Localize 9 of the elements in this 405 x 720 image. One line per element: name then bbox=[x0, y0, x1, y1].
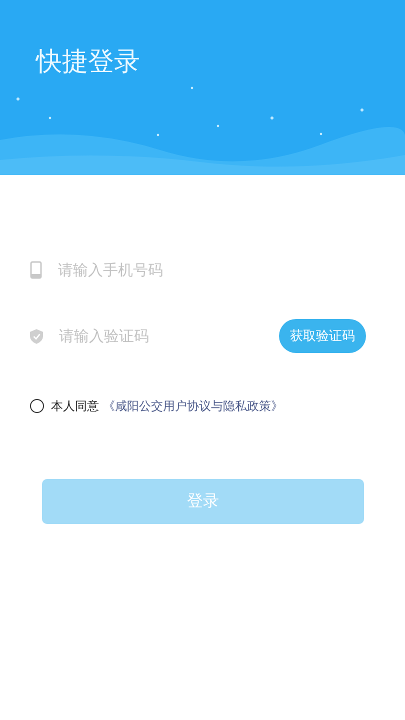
shield-icon bbox=[30, 328, 43, 344]
phone-icon bbox=[30, 261, 42, 279]
code-input-field[interactable]: 请输入验证码 bbox=[59, 325, 259, 347]
agreement-checkbox[interactable] bbox=[30, 399, 44, 413]
phone-input-field[interactable]: 请输入手机号码 bbox=[58, 259, 258, 281]
get-code-button[interactable]: 获取验证码 bbox=[279, 319, 366, 353]
agreement-label: 本人同意 bbox=[51, 398, 99, 414]
page-title: 快捷登录 bbox=[34, 46, 140, 79]
agreement-link[interactable]: 《咸阳公交用户协议与隐私政策》 bbox=[103, 398, 283, 414]
